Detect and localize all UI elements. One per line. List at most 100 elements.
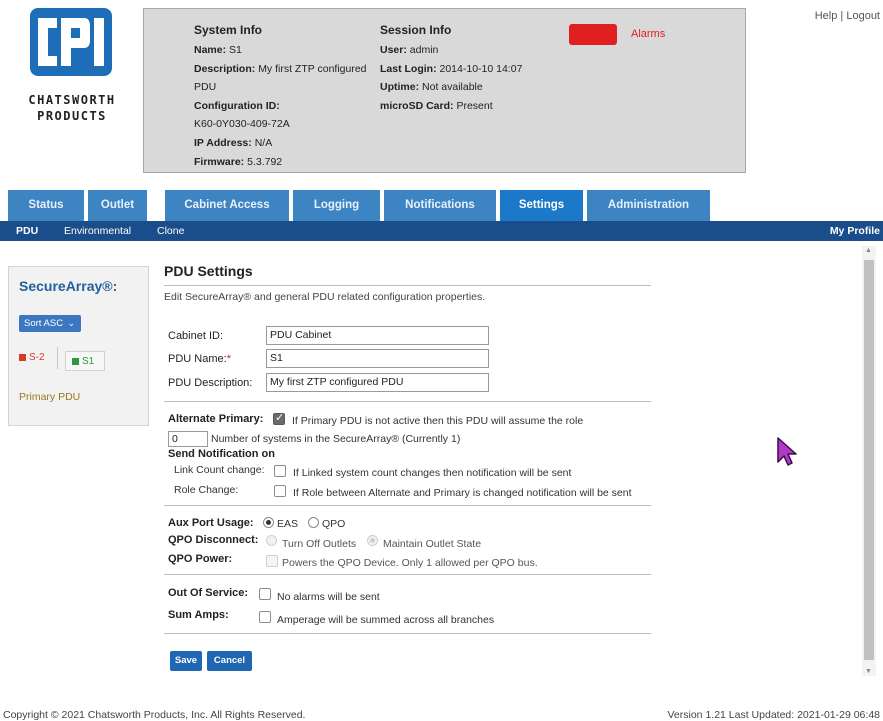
link-count-text: If Linked system count changes then noti… — [293, 467, 572, 479]
alternate-primary-label: Alternate Primary: — [168, 413, 264, 425]
tab-settings[interactable]: Settings — [500, 190, 583, 221]
divider — [164, 401, 651, 402]
help-link[interactable]: Help — [815, 10, 838, 22]
mouse-cursor-icon — [777, 437, 797, 466]
sub-navigation: PDU Environmental Clone My Profile — [0, 221, 883, 241]
aux-qpo-radio[interactable] — [308, 517, 319, 528]
scroll-up-icon[interactable]: ▲ — [865, 247, 872, 254]
securearray-panel: SecureArray®: Sort ASC ⌄ S-2 S1 Primary … — [8, 266, 149, 426]
node-label: S-2 — [29, 352, 45, 363]
microsd-status: Present — [456, 99, 493, 112]
pdu-description-input[interactable]: My first ZTP configured PDU — [266, 373, 489, 392]
chevron-down-icon: ⌄ — [67, 318, 75, 328]
ip-label: IP Address: — [194, 136, 252, 149]
subnav-my-profile[interactable]: My Profile — [830, 221, 880, 241]
role-change-label: Role Change: — [174, 484, 239, 496]
qpo-turn-off-label: Turn Off Outlets — [282, 538, 357, 550]
system-info: System Info Name: S1 Description: My fir… — [194, 23, 367, 171]
uptime: Not available — [422, 81, 483, 94]
array-node-s2[interactable]: S-2 — [19, 352, 45, 363]
tab-logging[interactable]: Logging — [293, 190, 380, 221]
qpo-power-checkbox[interactable] — [266, 555, 278, 567]
pdu-name-label-text: PDU Name: — [168, 353, 227, 365]
divider — [164, 633, 651, 634]
qpo-maintain-label: Maintain Outlet State — [383, 538, 482, 550]
aux-qpo-label: QPO — [322, 518, 346, 530]
securearray-title: SecureArray®: — [19, 278, 118, 294]
session-info-title: Session Info — [380, 23, 452, 37]
sort-dropdown[interactable]: Sort ASC ⌄ — [19, 315, 81, 332]
ip-address: N/A — [254, 136, 273, 149]
system-info-title: System Info — [194, 23, 263, 37]
tab-administration[interactable]: Administration — [587, 190, 710, 221]
logout-link[interactable]: Logout — [846, 10, 880, 22]
system-info-panel: System Info Name: S1 Description: My fir… — [143, 8, 746, 173]
out-of-service-checkbox[interactable] — [259, 588, 271, 600]
last-login: 2014-10-10 14:07 — [439, 62, 523, 75]
systems-count-input[interactable]: 0 — [168, 431, 208, 447]
session-info: Session Info User: admin Last Login: 201… — [380, 23, 522, 115]
system-name: S1 — [229, 44, 242, 56]
alternate-primary-checkbox[interactable] — [273, 411, 285, 425]
page-title: PDU Settings — [164, 263, 253, 279]
out-of-service-text: No alarms will be sent — [277, 591, 380, 603]
cpi-logo-icon — [30, 8, 112, 76]
qpo-maintain-radio[interactable] — [367, 535, 378, 546]
tab-cabinet-access[interactable]: Cabinet Access — [165, 190, 289, 221]
cancel-button[interactable]: Cancel — [207, 651, 252, 671]
systems-count-text: Number of systems in the SecureArray® (C… — [211, 433, 461, 445]
alarm-indicator-button[interactable] — [569, 24, 617, 45]
node-label: S1 — [82, 356, 95, 367]
vertical-scrollbar[interactable]: ▲ ▼ — [862, 246, 876, 676]
node-separator — [57, 347, 58, 369]
node-status-icon — [19, 353, 26, 361]
brand-line-2: PRODUCTS — [37, 109, 107, 123]
cabinet-id-label: Cabinet ID: — [168, 330, 224, 342]
system-description: My first ZTP configured — [258, 62, 367, 75]
config-id-label: Configuration ID: — [194, 99, 280, 112]
role-change-checkbox[interactable] — [274, 485, 286, 497]
required-mark: * — [226, 353, 231, 365]
description-label: Description: — [194, 62, 256, 75]
role-change-text: If Role between Alternate and Primary is… — [293, 487, 632, 499]
alternate-primary-text: If Primary PDU is not active then this P… — [292, 415, 584, 427]
aux-port-label: Aux Port Usage: — [168, 517, 254, 529]
footer-copyright: Copyright © 2021 Chatsworth Products, In… — [3, 709, 306, 721]
pdu-name-input[interactable]: S1 — [266, 349, 489, 368]
scroll-down-icon[interactable]: ▼ — [865, 668, 872, 675]
qpo-power-label: QPO Power: — [168, 553, 233, 565]
sum-amps-checkbox[interactable] — [259, 611, 271, 623]
pdu-description-label: PDU Description: — [168, 377, 253, 389]
tab-outlet[interactable]: Outlet — [88, 190, 147, 221]
pdu-name-label: PDU Name:* — [168, 353, 231, 365]
aux-eas-radio[interactable] — [263, 517, 274, 528]
sum-amps-label: Sum Amps: — [168, 609, 229, 621]
array-node-s1[interactable]: S1 — [65, 351, 105, 371]
subnav-environmental[interactable]: Environmental — [64, 221, 131, 241]
subnav-clone[interactable]: Clone — [157, 221, 184, 241]
user-label: User: — [380, 44, 407, 56]
tab-status[interactable]: Status — [8, 190, 84, 221]
out-of-service-label: Out Of Service: — [168, 587, 249, 599]
sort-label: Sort ASC — [24, 318, 64, 329]
primary-pdu-label: Primary PDU — [19, 391, 81, 403]
divider — [164, 505, 651, 506]
aux-eas-label: EAS — [277, 518, 299, 530]
user-name: admin — [409, 44, 439, 56]
scrollbar-thumb[interactable] — [864, 260, 874, 660]
qpo-turn-off-radio[interactable] — [266, 535, 277, 546]
link-count-checkbox[interactable] — [274, 465, 286, 477]
cabinet-id-input[interactable]: PDU Cabinet — [266, 326, 489, 345]
page-description: Edit SecureArray® and general PDU relate… — [164, 291, 486, 303]
brand-line-1: CHATSWORTH — [28, 93, 116, 107]
subnav-pdu[interactable]: PDU — [16, 221, 38, 241]
tab-notifications[interactable]: Notifications — [384, 190, 496, 221]
link-count-label: Link Count change: — [174, 464, 265, 476]
cpi-logo: CHATSWORTH PRODUCTS — [18, 8, 126, 128]
sum-amps-text: Amperage will be summed across all branc… — [277, 614, 495, 626]
config-id: K60-0Y030-409-72A — [194, 118, 290, 131]
alarms-link[interactable]: Alarms — [631, 28, 665, 40]
microsd-label: microSD Card: — [380, 99, 454, 112]
save-button[interactable]: Save — [170, 651, 202, 671]
main-tabs: Status Outlet Cabinet Access Logging Not… — [0, 190, 883, 221]
